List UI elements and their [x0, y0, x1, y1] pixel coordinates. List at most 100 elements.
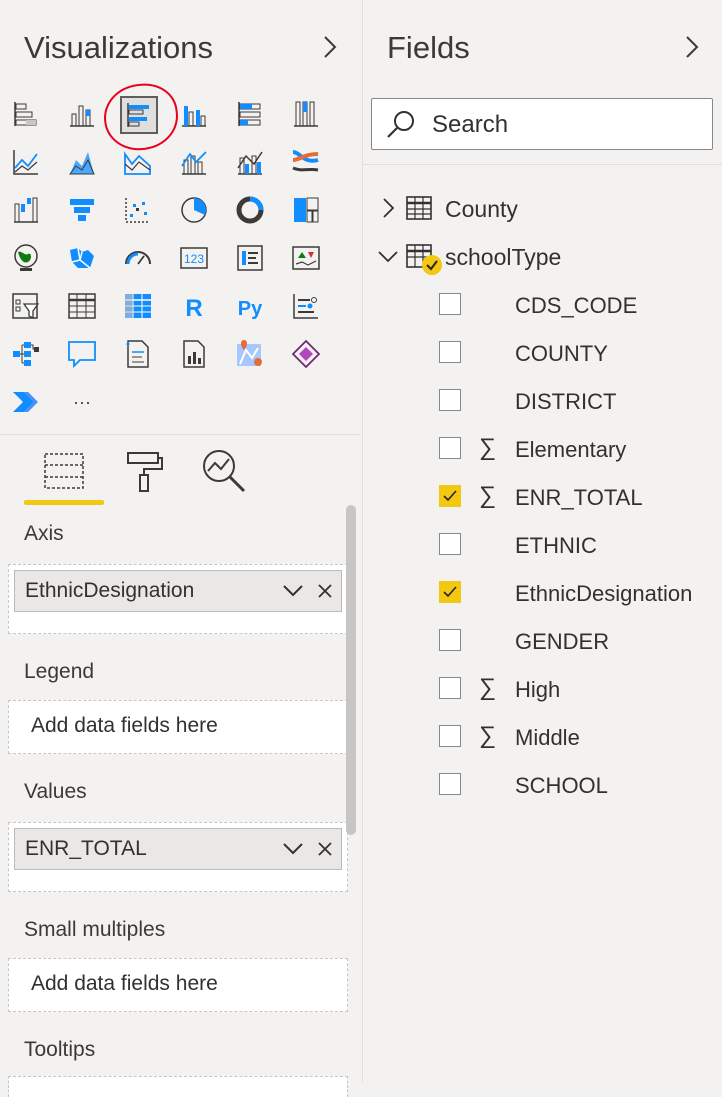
- legend-placeholder: Add data fields here: [31, 714, 218, 737]
- field-row-high[interactable]: ∑ High: [363, 668, 722, 708]
- funnel-icon: [70, 199, 94, 221]
- axis-field-remove[interactable]: [309, 583, 341, 599]
- small-multiples-well[interactable]: Add data fields here: [8, 958, 348, 1012]
- field-row-school[interactable]: SCHOOL: [363, 764, 722, 804]
- visual-type-power-automate[interactable]: [8, 384, 44, 420]
- visual-type-python-visual[interactable]: Py: [232, 288, 268, 324]
- field-checkbox[interactable]: [439, 389, 461, 411]
- field-checkbox[interactable]: [439, 437, 461, 459]
- field-checkbox[interactable]: [439, 773, 461, 795]
- visual-type-funnel[interactable]: [64, 192, 100, 228]
- visual-type-power-apps[interactable]: [288, 336, 324, 372]
- visual-type-line-chart[interactable]: [8, 144, 44, 180]
- visual-type-pie-chart[interactable]: [176, 192, 212, 228]
- field-row-ethnicdesignation[interactable]: EthnicDesignation: [363, 572, 722, 612]
- axis-field-dropdown[interactable]: [277, 584, 309, 598]
- visual-type-multi-row-card[interactable]: [232, 240, 268, 276]
- visual-type-smart-narrative[interactable]: [120, 336, 156, 372]
- format-tab[interactable]: [104, 446, 184, 496]
- field-row-middle[interactable]: ∑ Middle: [363, 716, 722, 756]
- search-input[interactable]: [430, 107, 704, 143]
- visual-type-gauge[interactable]: [120, 240, 156, 276]
- visual-type-filled-map[interactable]: [64, 240, 100, 276]
- axis-field-pill[interactable]: EthnicDesignation: [14, 570, 342, 612]
- wells-scrollbar[interactable]: [346, 505, 356, 835]
- visual-type-line-and-clustered-column-chart[interactable]: [232, 144, 268, 180]
- visual-type-kpi[interactable]: [288, 240, 324, 276]
- visual-type-map[interactable]: [8, 240, 44, 276]
- filled-map-icon: [70, 247, 94, 269]
- visual-type-scatter-chart[interactable]: [120, 192, 156, 228]
- visual-type-waterfall-chart[interactable]: [8, 192, 44, 228]
- visual-type-r-script-visual[interactable]: R: [176, 288, 212, 324]
- chevron-right-icon[interactable]: [377, 196, 399, 220]
- field-checkbox[interactable]: [439, 341, 461, 363]
- field-checkbox[interactable]: [439, 677, 461, 699]
- values-field-dropdown[interactable]: [277, 842, 309, 856]
- visual-type-paginated-report[interactable]: [176, 336, 212, 372]
- field-row-district[interactable]: DISTRICT: [363, 380, 722, 420]
- fields-tab[interactable]: [24, 446, 104, 496]
- visual-type-table[interactable]: [64, 288, 100, 324]
- table-icon: [406, 196, 432, 220]
- legend-label: Legend: [24, 660, 95, 683]
- visual-type-clustered-column-chart[interactable]: [176, 96, 212, 132]
- visual-type-stacked-area-chart[interactable]: [120, 144, 156, 180]
- checkmark-badge-icon: [422, 255, 442, 275]
- stacked-area-chart-icon: [124, 151, 151, 175]
- collapse-fields-chevron-icon[interactable]: [683, 34, 701, 60]
- legend-well[interactable]: Add data fields here: [8, 700, 348, 754]
- visual-type-qa[interactable]: [64, 336, 100, 372]
- visual-type-treemap[interactable]: [288, 192, 324, 228]
- field-row-ethnic[interactable]: ETHNIC: [363, 524, 722, 564]
- stacked-bar-chart-icon: [14, 102, 37, 126]
- visual-type-card[interactable]: 123: [176, 240, 212, 276]
- field-row-cds-code[interactable]: CDS_CODE: [363, 284, 722, 324]
- visual-type-stacked-bar-chart[interactable]: [8, 96, 44, 132]
- table-county[interactable]: County: [363, 188, 722, 228]
- search-icon: [387, 111, 414, 138]
- axis-well[interactable]: EthnicDesignation: [8, 564, 348, 634]
- tooltips-well[interactable]: [8, 1076, 348, 1097]
- visual-type-ribbon-chart[interactable]: [288, 144, 324, 180]
- visual-type-key-influencers[interactable]: [288, 288, 324, 324]
- 100-stacked-column-chart-icon: [294, 101, 318, 127]
- visual-type-slicer[interactable]: [8, 288, 44, 324]
- visual-type-100-stacked-bar-chart[interactable]: [232, 96, 268, 132]
- field-checkbox[interactable]: [439, 725, 461, 747]
- visual-type-area-chart[interactable]: [64, 144, 100, 180]
- visual-type-matrix[interactable]: [120, 288, 156, 324]
- visual-type-line-and-stacked-column-chart[interactable]: [176, 144, 212, 180]
- field-row-county[interactable]: COUNTY: [363, 332, 722, 372]
- visual-type-decomposition-tree[interactable]: [8, 336, 44, 372]
- field-checkbox[interactable]: [439, 485, 461, 507]
- visual-type-stacked-column-chart[interactable]: [64, 96, 100, 132]
- visual-type-100-stacked-column-chart[interactable]: [288, 96, 324, 132]
- table-schooltype[interactable]: schoolType: [363, 236, 722, 276]
- visual-type-more-visuals[interactable]: ···: [64, 384, 100, 420]
- values-well[interactable]: ENR_TOTAL: [8, 822, 348, 892]
- visual-type-clustered-bar-chart[interactable]: [120, 96, 158, 134]
- field-checkbox[interactable]: [439, 629, 461, 651]
- collapse-visualizations-chevron-icon[interactable]: [321, 34, 339, 60]
- table-icon: [68, 293, 96, 319]
- field-row-gender[interactable]: GENDER: [363, 620, 722, 660]
- smart-narrative-icon: [126, 340, 149, 368]
- field-row-elementary[interactable]: ∑ Elementary: [363, 428, 722, 468]
- field-name: Elementary: [515, 437, 627, 462]
- analytics-tab[interactable]: [184, 446, 264, 496]
- values-field-name: ENR_TOTAL: [25, 837, 147, 860]
- values-field-remove[interactable]: [309, 841, 341, 857]
- field-checkbox[interactable]: [439, 581, 461, 603]
- fields-search[interactable]: [371, 98, 713, 150]
- more-icon-text: ···: [73, 392, 91, 412]
- visual-type-arcgis-map[interactable]: [232, 336, 268, 372]
- r-script-visual-icon: R: [185, 295, 202, 322]
- visual-type-donut-chart[interactable]: [232, 192, 268, 228]
- values-field-pill[interactable]: ENR_TOTAL: [14, 828, 342, 870]
- field-row-enr-total[interactable]: ∑ ENR_TOTAL: [363, 476, 722, 516]
- chevron-down-icon[interactable]: [377, 244, 399, 268]
- donut-chart-icon: [236, 196, 264, 224]
- field-checkbox[interactable]: [439, 533, 461, 555]
- field-checkbox[interactable]: [439, 293, 461, 315]
